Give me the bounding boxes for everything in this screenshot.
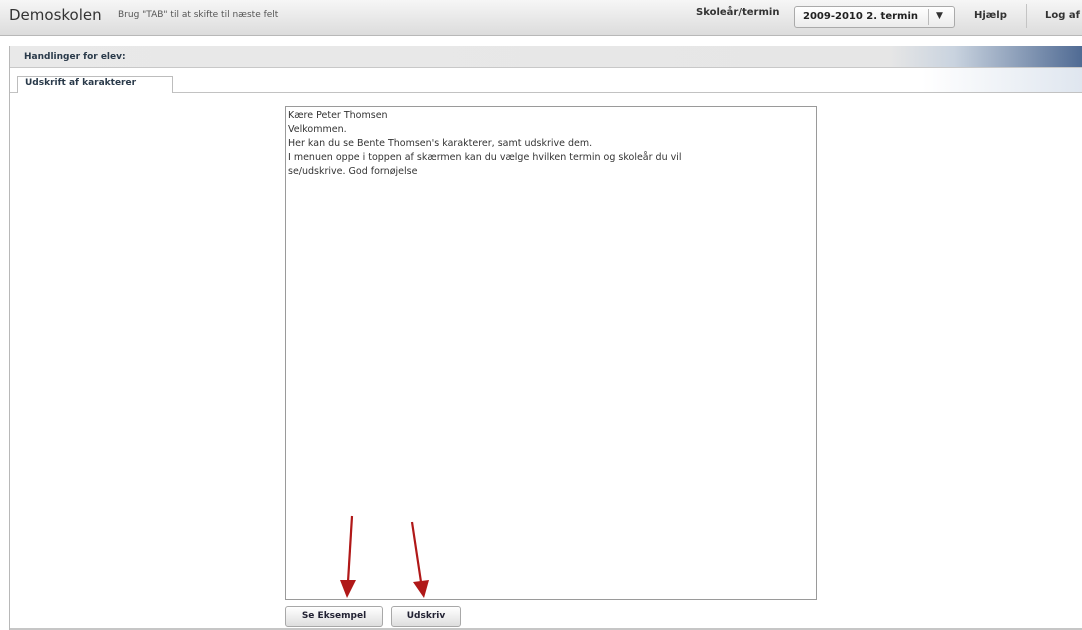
help-link[interactable]: Hjælp bbox=[974, 10, 1007, 21]
preview-button[interactable]: Se Eksempel bbox=[285, 606, 383, 627]
tab-strip: Udskrift af karakterer bbox=[10, 68, 1082, 93]
message-line: I menuen oppe i toppen af skærmen kan du… bbox=[288, 152, 682, 163]
annotation-arrow-head bbox=[413, 580, 429, 598]
message-line: Her kan du se Bente Thomsen's karakterer… bbox=[288, 138, 593, 149]
keyboard-hint: Brug "TAB" til at skifte til næste felt bbox=[118, 10, 279, 20]
term-select[interactable]: 2009-2010 2. termin ▼ bbox=[794, 6, 955, 28]
term-select-value: 2009-2010 2. termin bbox=[803, 11, 918, 22]
print-button[interactable]: Udskriv bbox=[391, 606, 461, 627]
topbar-divider bbox=[1026, 4, 1027, 28]
tab-grade-printout[interactable]: Udskrift af karakterer bbox=[17, 76, 173, 93]
logout-link[interactable]: Log af bbox=[1045, 10, 1080, 21]
annotation-arrow-icon bbox=[340, 515, 356, 598]
annotation-arrow-head bbox=[340, 580, 356, 598]
term-select-divider bbox=[928, 9, 929, 25]
message-line: Kære Peter Thomsen bbox=[288, 110, 388, 121]
actions-header: Handlinger for elev: bbox=[10, 46, 1082, 68]
annotation-arrow-icon bbox=[410, 521, 429, 598]
message-line: Velkommen. bbox=[288, 124, 347, 135]
term-label: Skoleår/termin bbox=[696, 7, 780, 18]
tab-label: Udskrift af karakterer bbox=[25, 78, 137, 88]
top-bar: Demoskolen Brug "TAB" til at skifte til … bbox=[0, 0, 1082, 36]
app-name: Demoskolen bbox=[9, 6, 102, 24]
actions-title: Handlinger for elev: bbox=[24, 52, 126, 62]
annotation-arrow-shaft bbox=[346, 515, 354, 583]
chevron-down-icon[interactable]: ▼ bbox=[936, 11, 943, 21]
annotation-arrow-shaft bbox=[410, 521, 423, 583]
message-line: se/udskrive. God fornøjelse bbox=[288, 166, 418, 177]
